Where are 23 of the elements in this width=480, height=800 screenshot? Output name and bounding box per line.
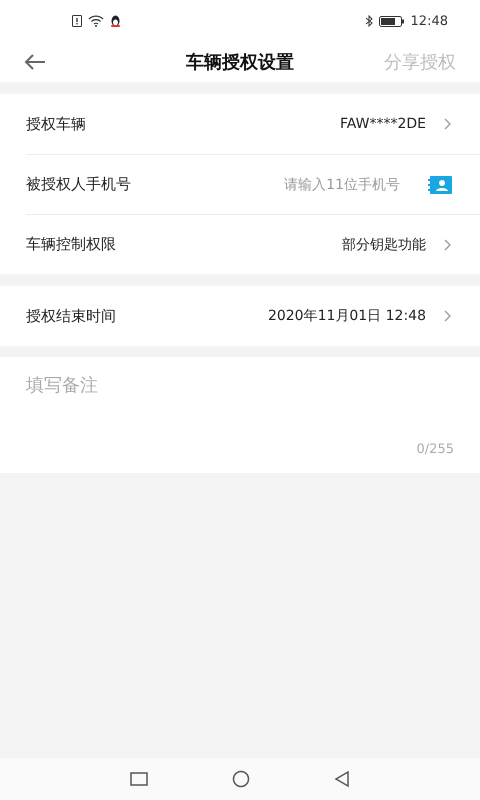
- row-label: 授权车辆: [26, 114, 86, 134]
- triangle-icon[interactable]: [334, 770, 350, 788]
- contact-book-icon[interactable]: [428, 176, 452, 194]
- chevron-icon: [444, 118, 452, 130]
- character-counter: 0/255: [416, 442, 454, 457]
- row-label: 授权结束时间: [26, 306, 116, 326]
- status-time: 12:48: [410, 14, 448, 28]
- bluetooth-icon: [364, 15, 373, 27]
- chevron-icon: [444, 310, 452, 322]
- penguin-icon: [110, 15, 121, 27]
- row-label: 车辆控制权限: [26, 235, 116, 254]
- circle-icon[interactable]: [232, 770, 250, 788]
- row-value[interactable]: 部分钥匙功能: [342, 236, 426, 254]
- battery-icon: [378, 16, 405, 26]
- wifi-icon: [88, 15, 104, 27]
- row-label: 被授权人手机号: [26, 175, 131, 194]
- sim-alert-icon: [72, 15, 82, 27]
- back-arrow-icon[interactable]: [24, 54, 46, 70]
- page-title: 车辆授权设置: [186, 51, 294, 74]
- square-icon[interactable]: [130, 772, 148, 786]
- row-value[interactable]: 2020年11月01日 12:48: [268, 307, 426, 325]
- chevron-icon: [444, 238, 452, 250]
- row-value[interactable]: FAW****2DE: [340, 116, 426, 132]
